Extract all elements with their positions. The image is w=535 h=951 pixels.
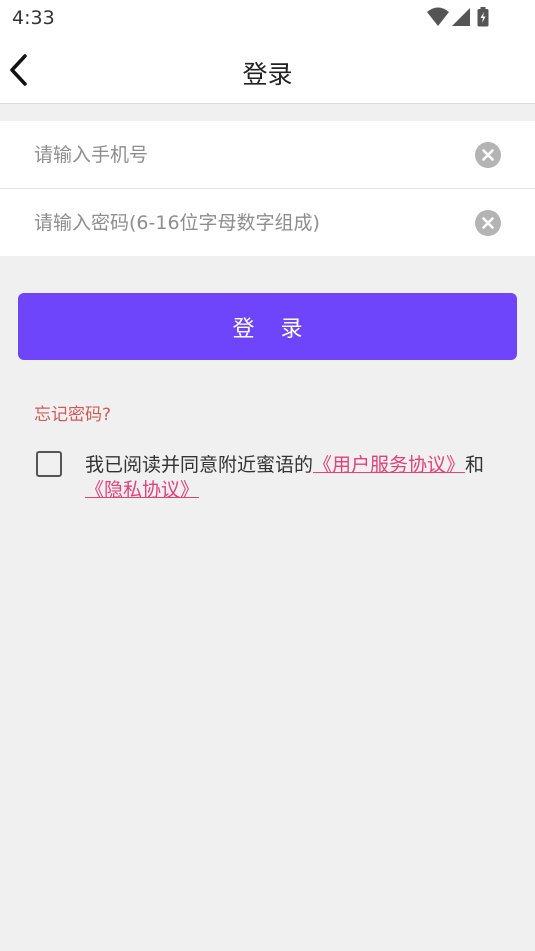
login-screen: 4:33 登录 请输入手机号 登录 忘记密码? 我已阅读并同意附近蜜语的《用户服…: [0, 0, 535, 951]
app-bar: 登录: [0, 36, 535, 104]
login-button[interactable]: 登录: [18, 293, 517, 360]
password-input[interactable]: [18, 189, 458, 256]
clear-circle-icon: [482, 216, 494, 229]
status-icons: [427, 7, 497, 27]
phone-input[interactable]: [18, 121, 458, 188]
user-agreement-link[interactable]: 《用户服务协议》: [313, 454, 465, 476]
login-form: [0, 121, 535, 256]
privacy-agreement-link[interactable]: 《隐私协议》: [85, 479, 199, 501]
password-clear-button[interactable]: [475, 209, 501, 236]
clear-circle-icon: [482, 148, 494, 161]
agreement-connector: 和: [465, 454, 485, 476]
page-title: 登录: [242, 60, 293, 89]
status-bar: 4:33: [0, 0, 535, 36]
wifi-icon: [427, 7, 449, 26]
phone-row: [0, 121, 535, 188]
password-row: [0, 188, 535, 256]
agreement-checkbox[interactable]: [36, 451, 62, 477]
status-time: 4:33: [12, 7, 55, 29]
forgot-password-link[interactable]: 忘记密码?: [34, 400, 111, 425]
battery-icon: [477, 7, 489, 27]
signal-icon: [452, 8, 470, 26]
phone-clear-button[interactable]: [475, 141, 501, 168]
agreement-prefix: 我已阅读并同意附近蜜语的: [85, 454, 314, 476]
agreement-text: 我已阅读并同意附近蜜语的《用户服务协议》和《隐私协议》: [85, 453, 485, 503]
